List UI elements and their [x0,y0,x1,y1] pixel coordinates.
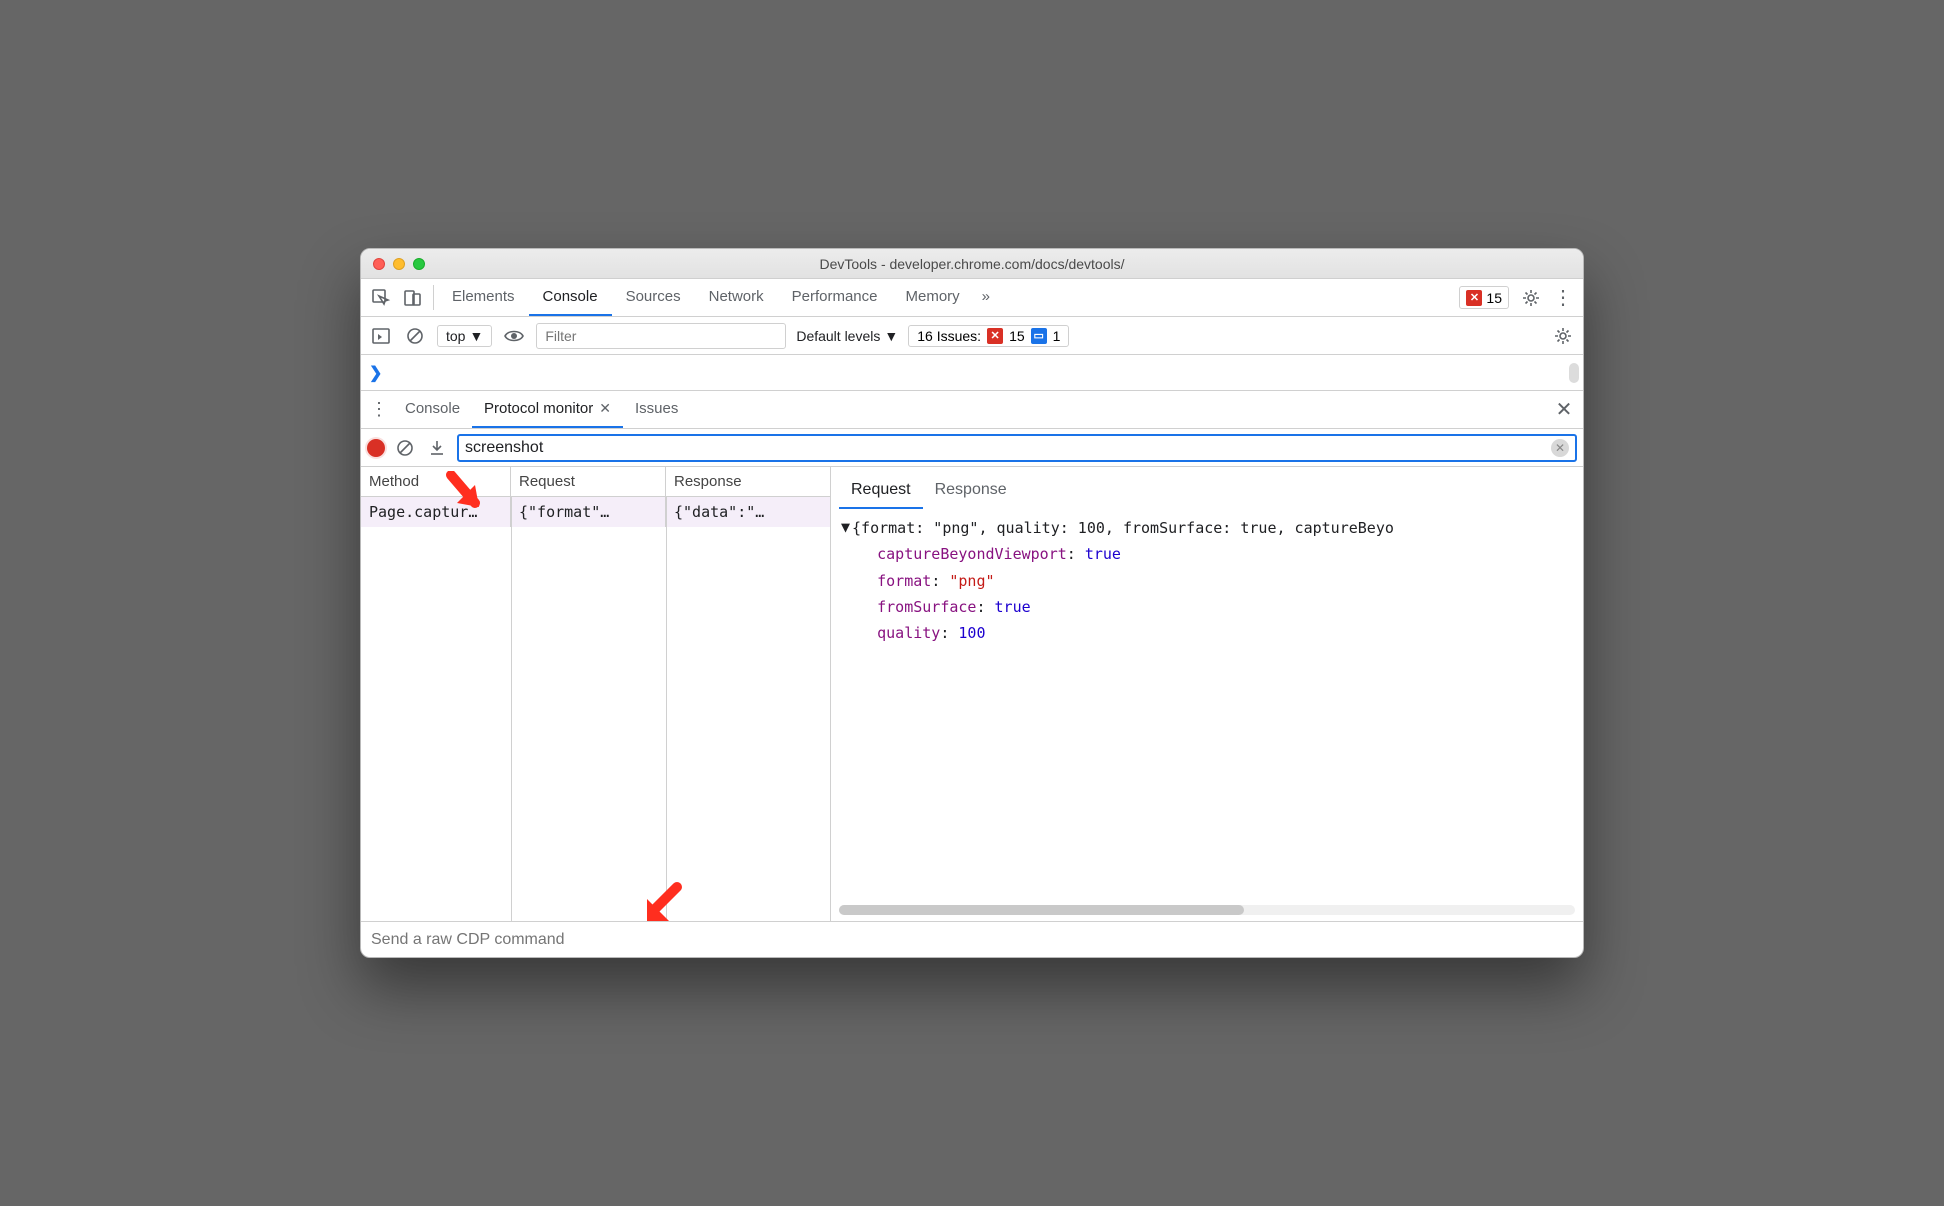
console-toolbar: top ▼ Default levels ▼ 16 Issues: ✕ 15 ▭… [361,317,1583,355]
prop-key: format [877,572,931,590]
col-method[interactable]: Method [361,467,511,496]
cell-response: {"data":"… [666,497,830,527]
protocol-filter-input[interactable] [465,439,1551,457]
zoom-window-button[interactable] [413,258,425,270]
live-expression-eye-icon[interactable] [502,324,526,348]
clear-filter-icon[interactable]: ✕ [1551,439,1569,457]
prop-val: 100 [958,624,985,642]
console-prompt-row[interactable]: ❯ [361,355,1583,391]
devtools-window: DevTools - developer.chrome.com/docs/dev… [360,248,1584,958]
record-button[interactable] [367,439,385,457]
tab-elements[interactable]: Elements [438,279,529,316]
protocol-monitor-toolbar: ✕ [361,429,1583,467]
col-response[interactable]: Response [666,467,830,496]
device-toolbar-icon[interactable] [397,279,429,316]
protocol-monitor-body: Method Request Response Page.captur… {"f… [361,467,1583,921]
settings-gear-icon[interactable] [1515,279,1547,316]
issues-error-count: 15 [1009,328,1025,344]
chevron-down-icon: ▼ [469,328,483,344]
table-header: Method Request Response [361,467,830,497]
cell-method: Page.captur… [361,497,511,527]
minimize-window-button[interactable] [393,258,405,270]
issues-badge[interactable]: 16 Issues: ✕ 15 ▭ 1 [908,325,1069,347]
object-tree[interactable]: ▼{format: "png", quality: 100, fromSurfa… [841,515,1573,646]
column-divider[interactable] [511,497,512,921]
detail-tab-request[interactable]: Request [839,473,923,509]
window-title: DevTools - developer.chrome.com/docs/dev… [819,256,1124,272]
drawer-tabs: ⋮ Console Protocol monitor ✕ Issues ✕ [361,391,1583,429]
column-divider[interactable] [666,497,667,921]
prop-val: true [1085,545,1121,563]
top-error-badge[interactable]: ✕ 15 [1459,286,1509,309]
protocol-table: Method Request Response Page.captur… {"f… [361,467,831,921]
detail-panel: Request Response ▼{format: "png", qualit… [831,467,1583,921]
error-icon: ✕ [987,328,1003,344]
disclosure-triangle-icon[interactable]: ▼ [841,514,850,540]
issues-label: 16 Issues: [917,328,981,344]
col-request[interactable]: Request [511,467,666,496]
context-label: top [446,328,465,344]
scrollbar-thumb[interactable] [839,905,1244,915]
main-tabs: Elements Console Sources Network Perform… [361,279,1583,317]
cdp-command-row [361,921,1583,957]
drawer-tab-protocol-monitor[interactable]: Protocol monitor ✕ [472,391,623,428]
console-settings-gear-icon[interactable] [1551,324,1575,348]
error-icon: ✕ [1466,290,1482,306]
prop-key: captureBeyondViewport [877,545,1067,563]
drawer-tab-console[interactable]: Console [393,391,472,428]
detail-body: ▼{format: "png", quality: 100, fromSurfa… [831,509,1583,921]
issues-info-count: 1 [1053,328,1061,344]
close-drawer-icon[interactable]: ✕ [1549,391,1579,428]
window-controls [373,258,425,270]
separator [433,285,434,310]
chevron-down-icon: ▼ [884,328,898,344]
info-icon: ▭ [1031,328,1047,344]
cdp-command-input[interactable] [371,922,1573,957]
close-tab-icon[interactable]: ✕ [599,400,611,417]
tab-sources[interactable]: Sources [612,279,695,316]
detail-tab-response[interactable]: Response [923,473,1019,509]
console-sidebar-toggle-icon[interactable] [369,324,393,348]
prop-val: true [995,598,1031,616]
tabs-overflow[interactable]: » [974,279,998,316]
prop-key: quality [877,624,940,642]
execution-context-select[interactable]: top ▼ [437,325,492,347]
download-icon[interactable] [425,436,449,460]
tab-memory[interactable]: Memory [892,279,974,316]
horizontal-scrollbar[interactable] [839,905,1575,915]
close-window-button[interactable] [373,258,385,270]
console-filter-input[interactable] [536,323,786,349]
more-menu-icon[interactable]: ⋮ [1547,279,1579,316]
prop-key: fromSurface [877,598,976,616]
drawer-tab-issues[interactable]: Issues [623,391,690,428]
tab-performance[interactable]: Performance [778,279,892,316]
prop-val: "png" [949,572,994,590]
scrollbar-thumb[interactable] [1569,363,1579,383]
prompt-caret-icon: ❯ [369,363,382,383]
tree-header: {format: "png", quality: 100, fromSurfac… [852,519,1394,537]
protocol-filter-wrap: ✕ [457,434,1577,462]
clear-log-icon[interactable] [393,436,417,460]
cell-request: {"format"… [511,497,666,527]
table-row[interactable]: Page.captur… {"format"… {"data":"… [361,497,830,527]
clear-console-icon[interactable] [403,324,427,348]
inspect-element-icon[interactable] [365,279,397,316]
drawer-more-icon[interactable]: ⋮ [365,391,393,428]
tab-network[interactable]: Network [695,279,778,316]
detail-tabs: Request Response [831,473,1583,509]
titlebar: DevTools - developer.chrome.com/docs/dev… [361,249,1583,279]
tab-console[interactable]: Console [529,279,612,316]
log-levels-select[interactable]: Default levels ▼ [796,328,898,344]
table-body: Page.captur… {"format"… {"data":"… [361,497,830,921]
error-count: 15 [1486,290,1502,306]
